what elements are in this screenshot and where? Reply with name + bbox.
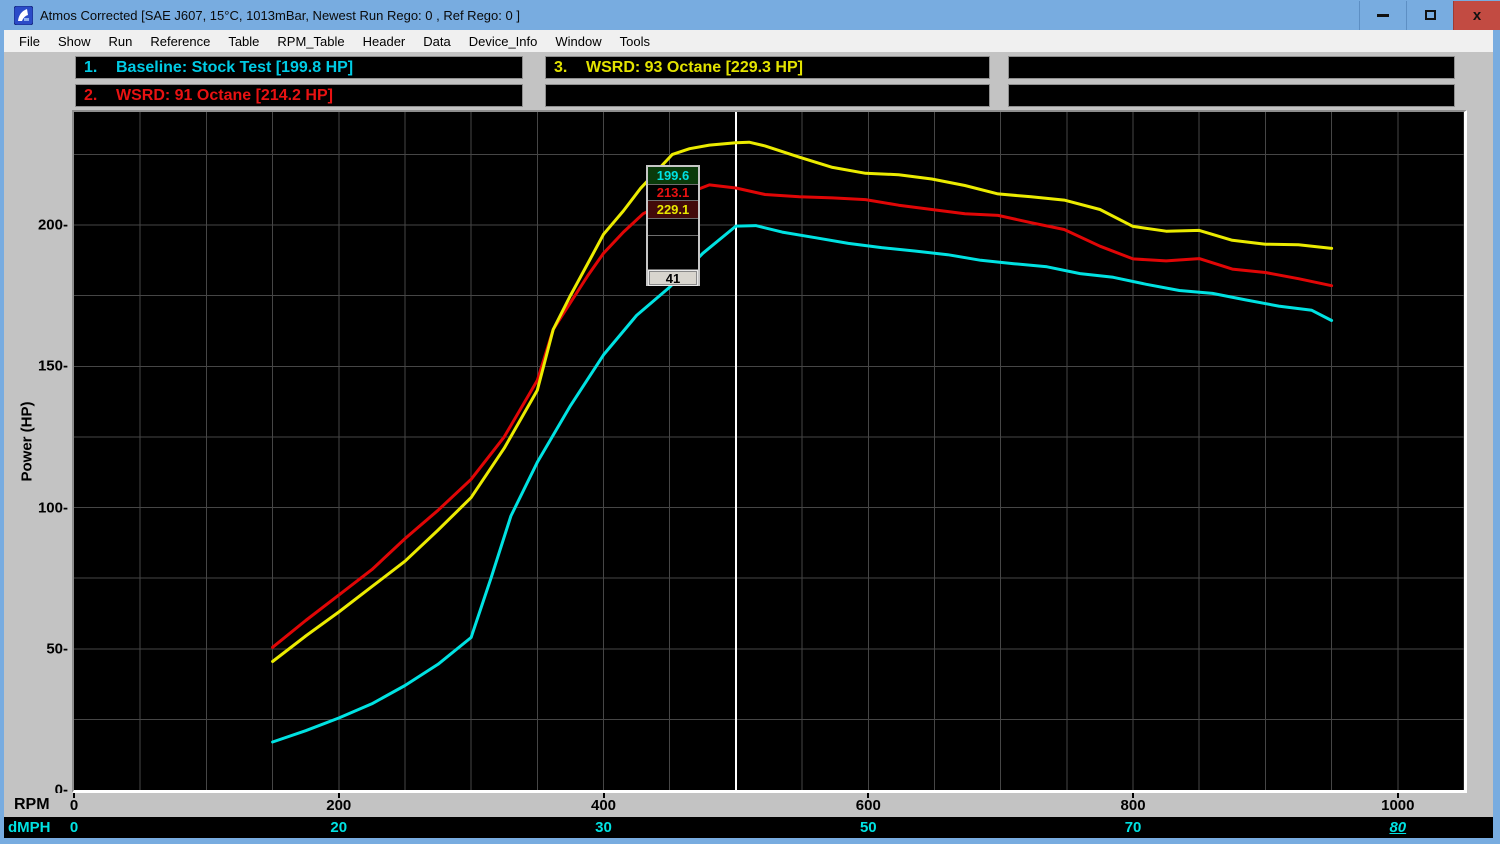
legend-run-number: 1. [84, 59, 116, 77]
dmph-tick-0: 0 [70, 819, 78, 836]
readout-value-3: 229.1 [648, 201, 698, 219]
maximize-icon [1425, 10, 1436, 20]
x-tick-0: 0 [70, 797, 78, 814]
app-icon [14, 6, 33, 25]
y-tick-50: 50- [4, 640, 68, 657]
legend-run-number: 3. [554, 59, 586, 77]
y-tick-150: 150- [4, 358, 68, 375]
dmph-tick-70: 70 [1125, 819, 1142, 836]
legend-slot-empty [1008, 56, 1455, 79]
readout-value-2: 213.1 [648, 185, 698, 201]
menu-item-tools[interactable]: Tools [611, 34, 659, 49]
x-tick-600: 600 [856, 797, 881, 814]
dmph-tick-20: 20 [330, 819, 347, 836]
dmph-tick-30: 30 [595, 819, 612, 836]
minimize-button[interactable] [1359, 1, 1406, 30]
readout-value-5 [648, 236, 698, 270]
power-chart [74, 112, 1464, 790]
x-tick-800: 800 [1121, 797, 1146, 814]
legend-slot-empty [545, 84, 990, 107]
menu-item-window[interactable]: Window [546, 34, 610, 49]
x-tick-1000: 1000 [1381, 797, 1414, 814]
minimize-icon [1377, 14, 1389, 17]
legend-run-2[interactable]: 2.WSRD: 91 Octane [214.2 HP] [75, 84, 523, 107]
y-axis-title-wrap: Power (HP) [4, 110, 50, 773]
y-tick-200: 200- [4, 217, 68, 234]
legend-slot-empty [1008, 84, 1455, 107]
dmph-tick-50: 50 [860, 819, 877, 836]
readout-value-1: 199.6 [648, 167, 698, 185]
menu-item-table[interactable]: Table [219, 34, 268, 49]
dmph-axis-title: dMPH [8, 819, 51, 836]
dmph-axis: dMPH 0 20 30 50 70 80 [4, 817, 1493, 838]
legend-run-number: 2. [84, 87, 116, 105]
legend-run-3[interactable]: 3.WSRD: 93 Octane [229.3 HP] [545, 56, 990, 79]
chart-region: Power (HP) 0-50-100-150-200- 199.6213.12… [4, 110, 1493, 793]
menu-item-data[interactable]: Data [414, 34, 459, 49]
legend-run-label: WSRD: 93 Octane [229.3 HP] [586, 59, 803, 77]
menu-item-device_info[interactable]: Device_Info [460, 34, 547, 49]
menu-item-reference[interactable]: Reference [141, 34, 219, 49]
menu-item-header[interactable]: Header [354, 34, 415, 49]
x-axis: RPM 0 200 400 600 800 1000 [4, 793, 1493, 817]
legend-run-label: Baseline: Stock Test [199.8 HP] [116, 59, 353, 77]
menu-item-run[interactable]: Run [99, 34, 141, 49]
x-axis-title: RPM [14, 796, 50, 814]
maximize-button[interactable] [1406, 1, 1453, 30]
readout-value-4 [648, 219, 698, 236]
x-tick-200: 200 [326, 797, 351, 814]
window-title: Atmos Corrected [SAE J607, 15°C, 1013mBa… [40, 8, 520, 23]
legend-run-label: WSRD: 91 Octane [214.2 HP] [116, 87, 333, 105]
close-icon: x [1473, 7, 1481, 24]
legend-run-1[interactable]: 1.Baseline: Stock Test [199.8 HP] [75, 56, 523, 79]
x-tick-400: 400 [591, 797, 616, 814]
close-button[interactable]: x [1453, 1, 1500, 30]
readout-dmph-value: 41 [649, 271, 697, 285]
menu-item-show[interactable]: Show [49, 34, 100, 49]
y-axis-title: Power (HP) [19, 401, 36, 481]
menu-item-rpm_table[interactable]: RPM_Table [268, 34, 353, 49]
grid-lines [74, 112, 1464, 790]
title-bar[interactable]: Atmos Corrected [SAE J607, 15°C, 1013mBa… [0, 0, 1500, 30]
legend-area: 1.Baseline: Stock Test [199.8 HP]2.WSRD:… [4, 52, 1493, 110]
menu-bar: FileShowRunReferenceTableRPM_TableHeader… [4, 30, 1493, 52]
app-window: Atmos Corrected [SAE J607, 15°C, 1013mBa… [0, 0, 1500, 844]
plot-area[interactable]: 199.6213.1229.1 41 [72, 110, 1467, 793]
menu-item-file[interactable]: File [10, 34, 49, 49]
cursor-readout[interactable]: 199.6213.1229.1 41 [646, 165, 700, 286]
y-tick-100: 100- [4, 499, 68, 516]
dmph-tick-80: 80 [1389, 819, 1406, 836]
window-controls: x [1359, 1, 1500, 30]
